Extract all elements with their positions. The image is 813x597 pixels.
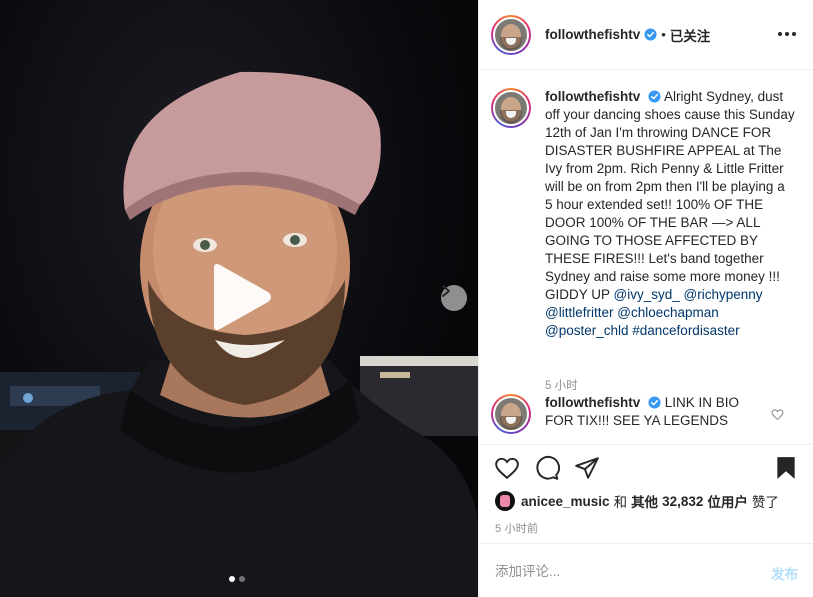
caption-author-avatar[interactable] xyxy=(491,88,531,128)
verified-badge-icon xyxy=(644,28,657,41)
share-icon[interactable] xyxy=(574,455,600,481)
comments-section: followthefishtv Alright Sydney, dust off… xyxy=(479,71,813,443)
like-comment-heart-icon[interactable] xyxy=(771,408,784,421)
reply-body: followthefishtv LINK IN BIO FOR TIX!!! S… xyxy=(545,394,745,434)
bookmark-icon[interactable] xyxy=(773,455,799,481)
author-avatar[interactable] xyxy=(491,14,531,55)
next-media-button[interactable] xyxy=(441,285,467,311)
post-video[interactable] xyxy=(0,0,478,597)
likes-count[interactable]: 32,832 xyxy=(662,494,703,509)
mention-poster-chld[interactable]: @poster_chld xyxy=(545,323,629,338)
reply-comment: followthefishtv LINK IN BIO FOR TIX!!! S… xyxy=(491,394,745,434)
caption-body: followthefishtv Alright Sydney, dust off… xyxy=(545,88,795,340)
header-separator: • xyxy=(661,27,666,42)
reply-username[interactable]: followthefishtv xyxy=(545,395,640,410)
caption-username[interactable]: followthefishtv xyxy=(545,89,640,104)
post-comment-button[interactable]: 发布 xyxy=(771,563,798,583)
verified-badge-icon xyxy=(648,90,661,103)
liker-username[interactable]: anicee_music xyxy=(521,494,610,509)
hashtag-dancefordisaster[interactable]: #dancefordisaster xyxy=(632,323,739,338)
post-header: followthefishtv • 已关注 xyxy=(479,0,813,70)
follow-status-button[interactable]: 已关注 xyxy=(670,25,711,45)
instagram-post: followthefishtv • 已关注 followthefishtv Al… xyxy=(0,0,813,597)
carousel-dot-active xyxy=(229,576,235,582)
caption-comment: followthefishtv Alright Sydney, dust off… xyxy=(491,88,795,340)
likes-and: 和 xyxy=(613,495,628,510)
post-timestamp[interactable]: 5 小时前 xyxy=(495,520,538,536)
likes-suffix[interactable]: 位用户 xyxy=(707,491,748,511)
heart-icon[interactable] xyxy=(494,455,520,481)
mention-richypenny[interactable]: @richypenny xyxy=(684,287,763,302)
carousel-dot xyxy=(239,576,245,582)
more-options-button[interactable] xyxy=(778,26,796,42)
mention-ivy-syd[interactable]: @ivy_syd_ xyxy=(614,287,680,302)
carousel-indicator xyxy=(229,576,245,582)
caption-timestamp[interactable]: 5 小时 xyxy=(545,377,578,393)
comment-input[interactable] xyxy=(495,561,745,581)
mention-littlefritter[interactable]: @littlefritter xyxy=(545,305,613,320)
verified-badge-icon xyxy=(648,396,661,409)
caption-text: Alright Sydney, dust off your dancing sh… xyxy=(545,89,795,302)
liker-avatar[interactable] xyxy=(495,491,515,511)
comment-icon[interactable] xyxy=(534,455,560,481)
likes-others-label[interactable]: 其他 xyxy=(631,491,658,511)
add-comment-bar: 发布 xyxy=(479,543,813,597)
post-details-pane: followthefishtv • 已关注 followthefishtv Al… xyxy=(478,0,813,597)
likes-liked: 赞了 xyxy=(751,495,779,510)
likes-summary: anicee_music 和 其他 32,832 位用户 赞了 xyxy=(495,491,779,511)
mention-chloechapman[interactable]: @chloechapman xyxy=(617,305,719,320)
play-icon xyxy=(214,264,271,330)
more-horizontal-icon xyxy=(778,32,782,36)
chevron-right-icon xyxy=(442,285,450,297)
author-username[interactable]: followthefishtv xyxy=(545,27,640,42)
reply-author-avatar[interactable] xyxy=(491,394,531,434)
post-actions: anicee_music 和 其他 32,832 位用户 赞了 5 小时前 xyxy=(479,444,813,543)
play-button[interactable] xyxy=(206,262,274,332)
